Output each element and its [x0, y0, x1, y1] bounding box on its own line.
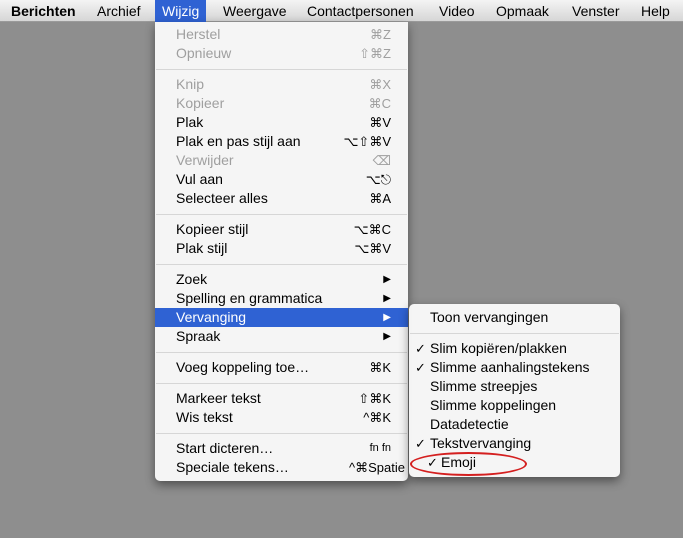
menu-item-herstel: Herstel ⌘Z: [155, 25, 408, 44]
menu-item-label: Speciale tekens…: [176, 459, 289, 475]
submenu-arrow-icon: ▶: [383, 293, 391, 304]
shortcut-label: fn fn: [369, 442, 391, 454]
menu-item-label: Plak: [176, 114, 204, 130]
menu-item-label: Plak stijl: [176, 240, 228, 256]
menu-item-spelling-en-grammatica[interactable]: Spelling en grammatica ▶: [155, 289, 408, 308]
menu-item-label: Zoek: [176, 271, 208, 287]
shortcut-label: ⌥⎋: [365, 172, 391, 187]
menu-item-plak-stijl[interactable]: Plak stijl ⌥⌘V: [155, 239, 408, 258]
menu-item-label: Kopieer stijl: [176, 221, 249, 237]
submenu-item-slimme-aanhalingstekens[interactable]: ✓ Slimme aanhalingstekens: [409, 358, 620, 377]
shortcut-label: ⇧⌘Z: [359, 46, 391, 61]
menu-item-label: Opnieuw: [176, 45, 232, 61]
shortcut-label: ⌘X: [369, 77, 391, 92]
menu-item-label: Voeg koppeling toe…: [176, 359, 310, 375]
menu-item-zoek[interactable]: Zoek ▶: [155, 270, 408, 289]
menu-item-markeer-tekst[interactable]: Markeer tekst ⇧⌘K: [155, 389, 408, 408]
submenu-arrow-icon: ▶: [383, 331, 391, 342]
menu-item-plak[interactable]: Plak ⌘V: [155, 113, 408, 132]
menu-item-plak-en-pas-stijl-aan[interactable]: Plak en pas stijl aan ⌥⇧⌘V: [155, 132, 408, 151]
menu-item-start-dicteren[interactable]: Start dicteren… fn fn: [155, 439, 408, 458]
submenu-item-tekstvervanging[interactable]: ✓ Tekstvervanging: [409, 434, 620, 453]
menubar-berichten[interactable]: Berichten: [4, 0, 83, 22]
menu-item-kopieer-stijl[interactable]: Kopieer stijl ⌥⌘C: [155, 220, 408, 239]
menubar-venster[interactable]: Venster: [565, 0, 626, 22]
menu-item-kopieer: Kopieer ⌘C: [155, 94, 408, 113]
checkmark-icon: ✓: [415, 436, 426, 451]
shortcut-label: ⌥⌘C: [353, 222, 391, 237]
menu-item-label: Knip: [176, 76, 205, 92]
menu-item-label: Herstel: [176, 26, 221, 42]
menu-item-vervanging[interactable]: Vervanging ▶: [155, 308, 408, 327]
menu-separator: [156, 214, 407, 215]
shortcut-label: ⌥⌘V: [354, 241, 391, 256]
shortcut-label: ⌘A: [369, 191, 391, 206]
shortcut-label: ⌘Z: [370, 27, 391, 42]
checkmark-icon: ✓: [415, 360, 426, 375]
menu-separator: [156, 264, 407, 265]
submenu-arrow-icon: ▶: [383, 312, 391, 323]
menu-item-voeg-koppeling-toe[interactable]: Voeg koppeling toe… ⌘K: [155, 358, 408, 377]
menu-item-label: Start dicteren…: [176, 440, 274, 456]
menubar-wijzig[interactable]: Wijzig: [155, 0, 207, 22]
menubar-archief[interactable]: Archief: [90, 0, 148, 22]
submenu-item-slimme-streepjes[interactable]: Slimme streepjes: [409, 377, 620, 396]
vervanging-submenu: Toon vervangingen ✓ Slim kopiëren/plakke…: [409, 304, 620, 477]
menu-item-selecteer-alles[interactable]: Selecteer alles ⌘A: [155, 189, 408, 208]
menu-item-label: Selecteer alles: [176, 190, 268, 206]
menu-item-label: Slimme koppelingen: [430, 397, 557, 413]
menu-separator: [156, 69, 407, 70]
shortcut-label: ⌥⇧⌘V: [343, 134, 391, 149]
menu-item-vul-aan[interactable]: Vul aan ⌥⎋: [155, 170, 408, 189]
menubar-opmaak[interactable]: Opmaak: [489, 0, 556, 22]
shortcut-label: ⌘K: [369, 360, 391, 375]
menu-bar: Berichten Archief Wijzig Weergave Contac…: [0, 0, 683, 22]
submenu-item-toon-vervangingen[interactable]: Toon vervangingen: [409, 308, 620, 327]
menubar-weergave[interactable]: Weergave: [216, 0, 294, 22]
menubar-video[interactable]: Video: [432, 0, 482, 22]
menu-separator: [156, 383, 407, 384]
menu-item-opnieuw: Opnieuw ⇧⌘Z: [155, 44, 408, 63]
menu-item-label: Markeer tekst: [176, 390, 261, 406]
menu-separator: [410, 333, 619, 334]
menu-item-label: Slimme aanhalingstekens: [430, 359, 590, 375]
checkmark-icon: ✓: [415, 341, 426, 356]
menu-item-label: Spraak: [176, 328, 221, 344]
menu-item-speciale-tekens[interactable]: Speciale tekens… ^⌘Spatie: [155, 458, 408, 477]
menu-separator: [156, 352, 407, 353]
menu-item-label: Vul aan: [176, 171, 223, 187]
menu-item-label: Verwijder: [176, 152, 234, 168]
menu-item-label: Wis tekst: [176, 409, 233, 425]
submenu-item-slimme-koppelingen[interactable]: Slimme koppelingen: [409, 396, 620, 415]
menu-item-wis-tekst[interactable]: Wis tekst ^⌘K: [155, 408, 408, 427]
shortcut-label: ⌘V: [369, 115, 391, 130]
shortcut-label: ^⌘Spatie: [349, 460, 405, 475]
menu-item-label: Spelling en grammatica: [176, 290, 323, 306]
menu-item-label: Datadetectie: [430, 416, 509, 432]
menu-item-label: Slimme streepjes: [430, 378, 538, 394]
submenu-item-datadetectie[interactable]: Datadetectie: [409, 415, 620, 434]
menu-item-label: Slim kopiëren/plakken: [430, 340, 567, 356]
menubar-help[interactable]: Help: [634, 0, 677, 22]
menu-item-label: Vervanging: [176, 309, 247, 325]
menu-item-knip: Knip ⌘X: [155, 75, 408, 94]
menu-item-label: Plak en pas stijl aan: [176, 133, 301, 149]
shortcut-label: ⌘C: [368, 96, 391, 111]
shortcut-label: ^⌘K: [363, 410, 391, 425]
annotation-circle: [410, 452, 527, 476]
menubar-contactpersonen[interactable]: Contactpersonen: [300, 0, 421, 22]
submenu-arrow-icon: ▶: [383, 274, 391, 285]
menu-separator: [156, 433, 407, 434]
shortcut-label: ⇧⌘K: [358, 391, 391, 406]
delete-key-icon: ⌫: [372, 153, 391, 168]
menu-item-label: Tekstvervanging: [430, 435, 532, 451]
menu-item-label: Toon vervangingen: [430, 309, 549, 325]
menu-item-verwijder: Verwijder ⌫: [155, 151, 408, 170]
menu-item-spraak[interactable]: Spraak ▶: [155, 327, 408, 346]
submenu-item-slim-kopieren-plakken[interactable]: ✓ Slim kopiëren/plakken: [409, 339, 620, 358]
menu-item-label: Kopieer: [176, 95, 225, 111]
wijzig-menu: Herstel ⌘Z Opnieuw ⇧⌘Z Knip ⌘X Kopieer ⌘…: [155, 22, 408, 481]
